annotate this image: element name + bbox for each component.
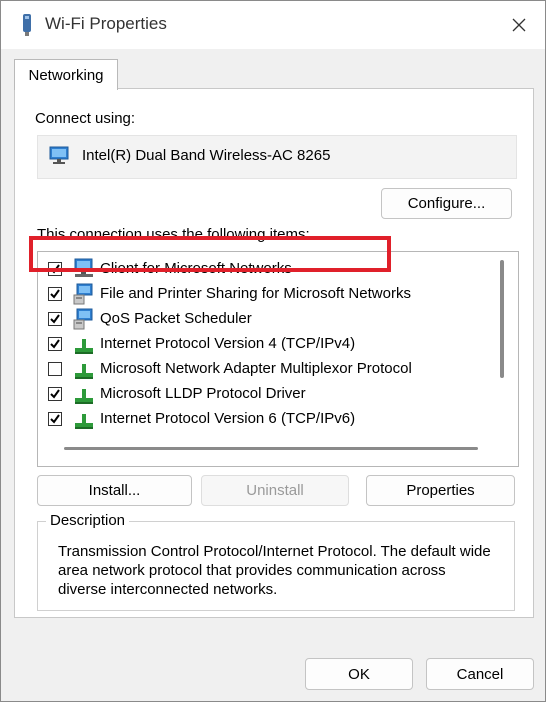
- item-label: Internet Protocol Version 6 (TCP/IPv6): [100, 410, 356, 427]
- configure-button[interactable]: Configure...: [381, 188, 512, 219]
- vertical-scrollbar[interactable]: [500, 260, 504, 378]
- list-item[interactable]: Microsoft LLDP Protocol Driver: [38, 382, 478, 407]
- client-network-icon: [72, 258, 96, 280]
- tab-networking[interactable]: Networking: [14, 59, 118, 90]
- window-title: Wi-Fi Properties: [45, 14, 167, 33]
- adapter-field: Intel(R) Dual Band Wireless-AC 8265: [37, 135, 517, 179]
- file-printer-sharing-icon: [72, 283, 96, 305]
- uninstall-button[interactable]: Uninstall: [201, 475, 349, 506]
- checkbox-ipv4[interactable]: [48, 337, 62, 351]
- wifi-properties-dialog: Wi-Fi Properties Networking Connect usin…: [0, 0, 546, 702]
- item-label: Microsoft Network Adapter Multiplexor Pr…: [100, 360, 412, 377]
- item-label: QoS Packet Scheduler: [100, 310, 252, 327]
- qos-scheduler-icon: [72, 308, 96, 330]
- protocol-icon: [72, 333, 96, 355]
- list-item[interactable]: Microsoft Network Adapter Multiplexor Pr…: [38, 357, 478, 382]
- item-label: Internet Protocol Version 4 (TCP/IPv4): [100, 335, 356, 352]
- connect-using-label: Connect using:: [35, 110, 136, 127]
- checkbox-multiplexor[interactable]: [48, 362, 62, 376]
- protocol-icon: [72, 408, 96, 430]
- items-label: This connection uses the following items…: [37, 226, 310, 243]
- list-item[interactable]: QoS Packet Scheduler: [38, 307, 478, 332]
- checkbox-file-printer[interactable]: [48, 287, 62, 301]
- tab-networking-label: Networking: [28, 66, 104, 84]
- adapter-name: Intel(R) Dual Band Wireless-AC 8265: [82, 147, 331, 164]
- item-label: File and Printer Sharing for Microsoft N…: [100, 285, 411, 302]
- checkbox-qos[interactable]: [48, 312, 62, 326]
- list-item[interactable]: File and Printer Sharing for Microsoft N…: [38, 282, 478, 307]
- item-label: Client for Microsoft Networks: [100, 260, 292, 277]
- install-button[interactable]: Install...: [37, 475, 192, 506]
- protocol-icon: [72, 383, 96, 405]
- description-group: Description Transmission Control Protoco…: [37, 512, 515, 611]
- checkbox-ipv6[interactable]: [48, 412, 62, 426]
- description-text: Transmission Control Protocol/Internet P…: [58, 543, 491, 598]
- description-title: Description: [46, 512, 130, 529]
- horizontal-scrollbar[interactable]: [64, 447, 478, 450]
- close-button[interactable]: [499, 7, 539, 43]
- title-bar: Wi-Fi Properties: [1, 1, 545, 49]
- properties-button[interactable]: Properties: [366, 475, 515, 506]
- networking-panel: Connect using: Intel(R) Dual Band Wirele…: [14, 88, 534, 618]
- protocol-icon: [72, 358, 96, 380]
- network-adapter-icon: [48, 146, 72, 170]
- connection-items-list[interactable]: Client for Microsoft Networks File and P…: [37, 251, 519, 467]
- wifi-adapter-icon: [19, 13, 35, 37]
- checkbox-lldp[interactable]: [48, 387, 62, 401]
- list-item[interactable]: Internet Protocol Version 6 (TCP/IPv6): [38, 407, 478, 432]
- cancel-button[interactable]: Cancel: [426, 658, 534, 690]
- close-icon: [512, 18, 526, 32]
- checkbox-client[interactable]: [48, 262, 62, 276]
- list-item[interactable]: Client for Microsoft Networks: [38, 257, 478, 282]
- ok-button[interactable]: OK: [305, 658, 413, 690]
- list-item[interactable]: Internet Protocol Version 4 (TCP/IPv4): [38, 332, 478, 357]
- item-label: Microsoft LLDP Protocol Driver: [100, 385, 306, 402]
